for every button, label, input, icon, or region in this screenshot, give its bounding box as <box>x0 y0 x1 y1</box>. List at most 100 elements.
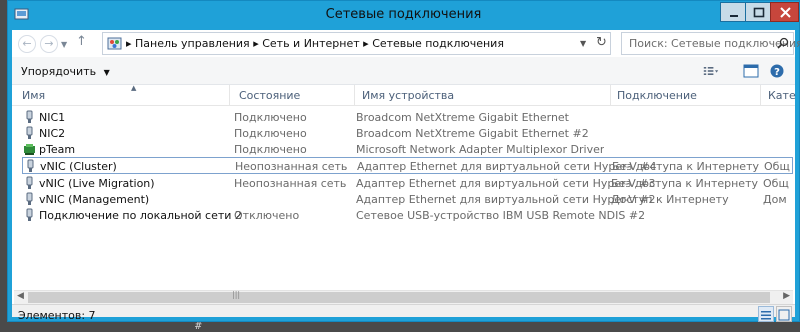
cell-state: Неопознанная сеть <box>235 160 348 173</box>
network-adapter-icon <box>26 176 33 189</box>
cell-state: Подключено <box>234 143 307 156</box>
cell-device: Broadcom NetXtreme Gigabit Ethernet <box>356 111 569 124</box>
cell-name: pTeam <box>39 143 76 156</box>
forward-button[interactable]: → <box>40 35 58 53</box>
table-row[interactable]: Подключение по локальной сети 2 Отключено… <box>22 207 793 224</box>
breadcrumb-separator: ▸ <box>253 37 263 50</box>
sort-ascending-icon: ▲ <box>131 84 137 92</box>
maximize-icon <box>753 7 765 18</box>
column-connectivity[interactable]: Подключение <box>617 89 697 102</box>
close-button[interactable] <box>770 2 799 22</box>
column-name[interactable]: Имя <box>22 89 45 102</box>
breadcrumb-control-panel[interactable]: Панель управления <box>135 37 250 50</box>
table-row[interactable]: NIC1 Подключено Broadcom NetXtreme Gigabit… <box>22 109 793 126</box>
arrow-left-icon: ← <box>22 37 32 50</box>
breadcrumb-separator: ▸ <box>126 37 136 50</box>
cell-name: vNIC (Cluster) <box>40 160 117 173</box>
back-button[interactable]: ← <box>18 35 36 53</box>
refresh-button[interactable]: ↻ <box>596 35 607 50</box>
column-state[interactable]: Состояние <box>239 89 300 102</box>
cell-state: Отключено <box>234 209 300 222</box>
column-divider[interactable] <box>610 85 611 106</box>
cell-name: NIC2 <box>39 127 66 140</box>
title-bar[interactable]: Сетевые подключения <box>8 1 799 30</box>
scroll-right-arrow-icon[interactable]: ▶ <box>783 291 790 301</box>
network-connections-window: Сетевые подключения ← → ▼ ↑ ▸ Панель упр… <box>7 0 800 322</box>
table-row[interactable]: vNIC (Management) Адаптер Ethernet для ви… <box>22 191 793 208</box>
network-adapter-icon <box>26 192 33 205</box>
arrow-up-icon: ↑ <box>76 34 87 49</box>
network-adapter-icon <box>26 208 33 221</box>
large-icons-view-icon <box>778 309 790 321</box>
organize-label: Упорядочить <box>21 65 97 78</box>
cell-category: Дом <box>763 193 787 206</box>
column-device[interactable]: Имя устройства <box>362 89 454 102</box>
view-options-icon[interactable] <box>703 64 719 78</box>
network-adapter-icon <box>27 159 34 172</box>
address-dropdown-button[interactable]: ▼ <box>580 39 586 48</box>
column-divider[interactable] <box>229 85 230 106</box>
search-placeholder: Поиск: Сетевые подключения <box>629 37 800 50</box>
table-row[interactable]: vNIC (Live Migration) Неопознанная сеть Ад… <box>22 175 793 192</box>
explorer-client-area: ← → ▼ ↑ ▸ Панель управления ▸ Сеть и Инт… <box>12 30 800 322</box>
chevron-down-icon: ▼ <box>580 39 587 48</box>
status-bar: Элементов: 7 <box>12 304 795 322</box>
cell-device: Сетевое USB-устройство IBM USB Remote ND… <box>356 209 646 222</box>
cell-name: vNIC (Management) <box>39 193 150 206</box>
breadcrumb-network-internet[interactable]: Сеть и Интернет <box>262 37 359 50</box>
cell-device: Microsoft Network Adapter Multiplexor Dr… <box>356 143 605 156</box>
window-title: Сетевые подключения <box>325 7 482 22</box>
cell-connectivity: Без доступа к Интернету <box>612 160 759 173</box>
control-panel-icon <box>107 37 122 50</box>
scroll-grip-icon: ||| <box>232 290 241 299</box>
horizontal-scrollbar[interactable]: ◀ ||| ▶ <box>14 290 793 304</box>
organize-menu[interactable]: Упорядочить ▼ <box>21 65 110 78</box>
command-bar: Упорядочить ▼ ? <box>12 57 795 85</box>
minimize-button[interactable] <box>720 2 746 22</box>
column-divider[interactable] <box>760 85 761 106</box>
chevron-down-icon: ▼ <box>103 68 110 77</box>
up-button[interactable]: ↑ <box>76 34 87 49</box>
table-row[interactable]: pTeam Подключено Microsoft Network Adapter… <box>22 141 793 158</box>
table-row[interactable]: vNIC (Cluster) Неопознанная сеть Адаптер E… <box>22 157 793 174</box>
breadcrumb-separator: ▸ <box>363 37 373 50</box>
breadcrumb-network-connections[interactable]: Сетевые подключения <box>372 37 504 50</box>
column-divider[interactable] <box>354 85 355 106</box>
maximize-button[interactable] <box>745 2 771 22</box>
cell-device: Broadcom NetXtreme Gigabit Ethernet #2 <box>356 127 589 140</box>
network-adapter-icon <box>26 126 33 139</box>
help-icon[interactable]: ? <box>769 64 785 78</box>
breadcrumb: ▸ Панель управления ▸ Сеть и Интернет ▸ … <box>126 37 504 50</box>
details-view-button[interactable] <box>758 306 774 322</box>
cell-connectivity: Доступ к Интернету <box>611 193 729 206</box>
cell-name: vNIC (Live Migration) <box>39 177 155 190</box>
preview-pane-icon[interactable] <box>743 64 759 78</box>
item-count: Элементов: 7 <box>18 309 96 322</box>
cell-connectivity: Без доступа к Интернету <box>611 177 758 190</box>
team-adapter-icon <box>24 144 35 155</box>
cell-state: Подключено <box>234 127 307 140</box>
cell-category: Общ <box>764 160 790 173</box>
close-icon <box>780 7 791 18</box>
network-adapter-icon <box>26 110 33 123</box>
cell-category: Общ <box>763 177 789 190</box>
column-category[interactable]: Кате <box>768 89 796 102</box>
large-icons-view-button[interactable] <box>776 306 792 322</box>
cell-name: NIC1 <box>39 111 66 124</box>
search-box[interactable]: Поиск: Сетевые подключения <box>621 32 800 55</box>
address-bar-row: ← → ▼ ↑ ▸ Панель управления ▸ Сеть и Инт… <box>12 30 800 57</box>
cell-state: Неопознанная сеть <box>234 177 347 190</box>
cell-state: Подключено <box>234 111 307 124</box>
arrow-right-icon: → <box>44 37 54 50</box>
column-header-row: ▲ Имя Состояние Имя устройства Подключен… <box>12 84 796 106</box>
chevron-down-icon: ▼ <box>61 40 68 49</box>
scroll-left-arrow-icon[interactable]: ◀ <box>17 291 24 301</box>
table-row[interactable]: NIC2 Подключено Broadcom NetXtreme Gigabit… <box>22 125 793 142</box>
scrollbar-thumb[interactable]: ||| <box>28 290 770 303</box>
recent-locations-button[interactable]: ▼ <box>61 40 67 49</box>
svg-text:?: ? <box>774 67 780 78</box>
cell-name: Подключение по локальной сети 2 <box>39 209 242 222</box>
search-icon[interactable] <box>777 37 790 50</box>
refresh-icon: ↻ <box>596 35 607 50</box>
address-bar[interactable]: ▸ Панель управления ▸ Сеть и Интернет ▸ … <box>102 32 611 55</box>
